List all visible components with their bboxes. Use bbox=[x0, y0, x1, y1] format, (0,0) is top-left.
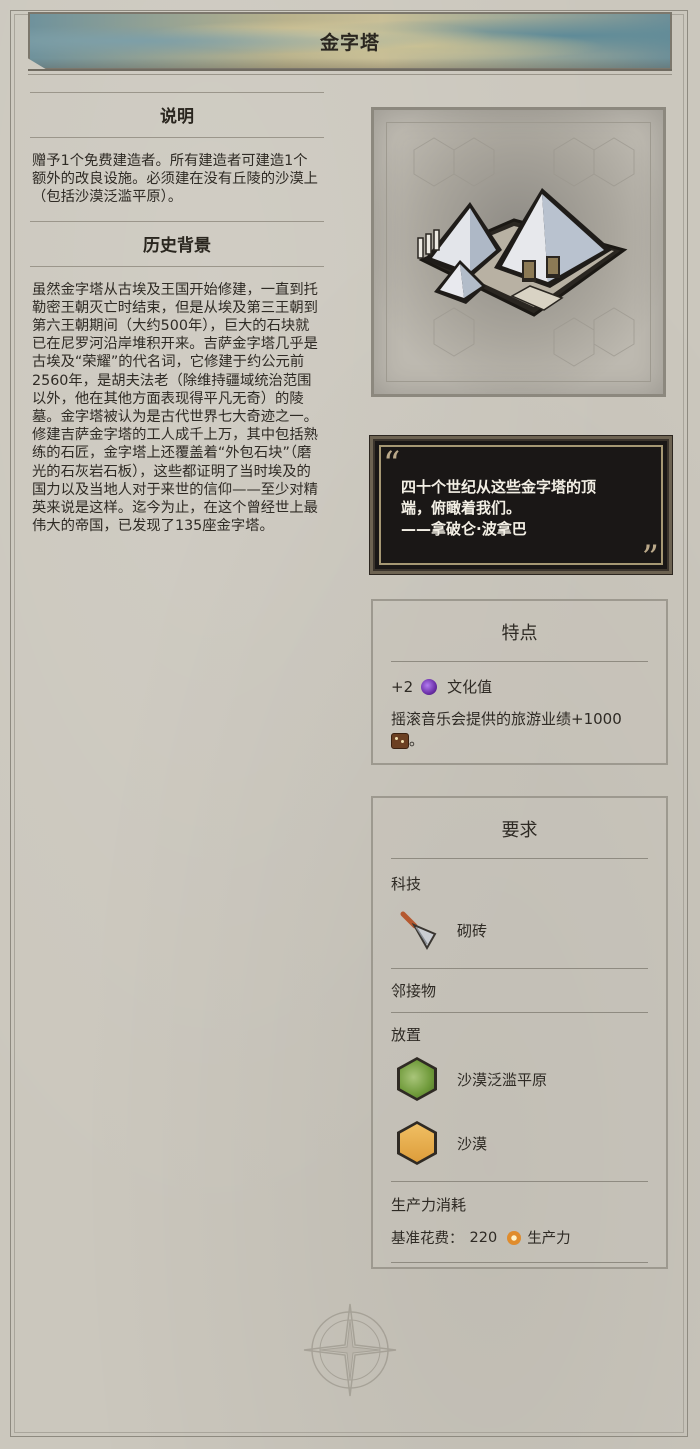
quote-box: “ 四十个世纪从这些金字塔的顶 端，俯瞰着我们。 ——拿破仑·波拿巴 ” bbox=[370, 436, 672, 578]
production-icon bbox=[507, 1230, 522, 1245]
cost-row: 基准花费： 220 生产力 bbox=[391, 1227, 648, 1248]
placement-heading: 放置 bbox=[391, 1026, 422, 1044]
divider bbox=[391, 968, 648, 969]
left-column: 说明 赠予1个免费建造者。所有建造者可建造1个额外的改良设施。必须建在没有丘陵的… bbox=[30, 92, 324, 549]
open-quote-icon: “ bbox=[383, 444, 401, 484]
requirements-title: 要求 bbox=[391, 798, 648, 859]
quote-line: 端，俯瞰着我们。 bbox=[401, 499, 522, 517]
traits-title: 特点 bbox=[391, 601, 648, 662]
history-heading: 历史背景 bbox=[30, 220, 324, 267]
tech-name: 砌砖 bbox=[457, 921, 488, 940]
description-text: 赠予1个免费建造者。所有建造者可建造1个额外的改良设施。必须建在没有丘陵的沙漠上… bbox=[32, 153, 318, 206]
tourism-icon bbox=[391, 732, 409, 749]
placement-item-desert[interactable]: 沙漠 bbox=[391, 1119, 648, 1167]
tech-item[interactable]: 砌砖 bbox=[391, 906, 648, 954]
page-title: 金字塔 bbox=[319, 32, 380, 54]
tourism-suffix: 。 bbox=[409, 731, 425, 749]
requirements-panel: 要求 科技 砌砖 邻接物 放置 沙漠泛滥平原 沙漠 生产力消耗 基准花费： 22… bbox=[371, 796, 668, 1269]
divider bbox=[391, 1262, 648, 1263]
floodplain-icon bbox=[397, 1057, 441, 1101]
cost-heading: 生产力消耗 bbox=[391, 1196, 467, 1214]
desert-icon bbox=[397, 1121, 441, 1165]
trowel-icon bbox=[397, 908, 441, 952]
history-text: 虽然金字塔从古埃及王国开始修建，一直到托勒密王朝灭亡时结束，但是从埃及第三王朝到… bbox=[32, 281, 318, 535]
cost-unit: 生产力 bbox=[527, 1231, 571, 1247]
placement-item-floodplain[interactable]: 沙漠泛滥平原 bbox=[391, 1055, 648, 1103]
culture-amount: +2 bbox=[391, 677, 414, 696]
divider bbox=[391, 1012, 648, 1013]
close-quote-icon: ” bbox=[641, 538, 659, 578]
cost-value: 220 bbox=[469, 1229, 498, 1246]
culture-row: +2 文化值 bbox=[391, 676, 648, 697]
placement-name: 沙漠泛滥平原 bbox=[457, 1070, 548, 1089]
divider bbox=[391, 1181, 648, 1182]
cost-label: 基准花费： bbox=[391, 1231, 464, 1247]
placement-name: 沙漠 bbox=[457, 1134, 488, 1153]
compass-rose-icon bbox=[303, 1303, 397, 1397]
header-rule bbox=[28, 69, 672, 75]
quote-line: 四十个世纪从这些金字塔的顶 bbox=[401, 478, 597, 496]
quote-text: 四十个世纪从这些金字塔的顶 端，俯瞰着我们。 ——拿破仑·波拿巴 bbox=[401, 477, 641, 540]
culture-label: 文化值 bbox=[447, 678, 493, 696]
adjacent-heading: 邻接物 bbox=[391, 982, 437, 1000]
quote-author: ——拿破仑·波拿巴 bbox=[401, 520, 527, 538]
culture-icon bbox=[421, 678, 438, 695]
tourism-row: 摇滚音乐会提供的旅游业绩+1000 。 bbox=[391, 709, 648, 751]
tourism-text: 摇滚音乐会提供的旅游业绩+1000 bbox=[391, 710, 622, 728]
wonder-illustration bbox=[371, 107, 666, 397]
pyramids-icon bbox=[413, 137, 635, 367]
tech-heading: 科技 bbox=[391, 875, 422, 893]
description-heading: 说明 bbox=[30, 92, 324, 138]
traits-panel: 特点 +2 文化值 摇滚音乐会提供的旅游业绩+1000 。 bbox=[371, 599, 668, 765]
